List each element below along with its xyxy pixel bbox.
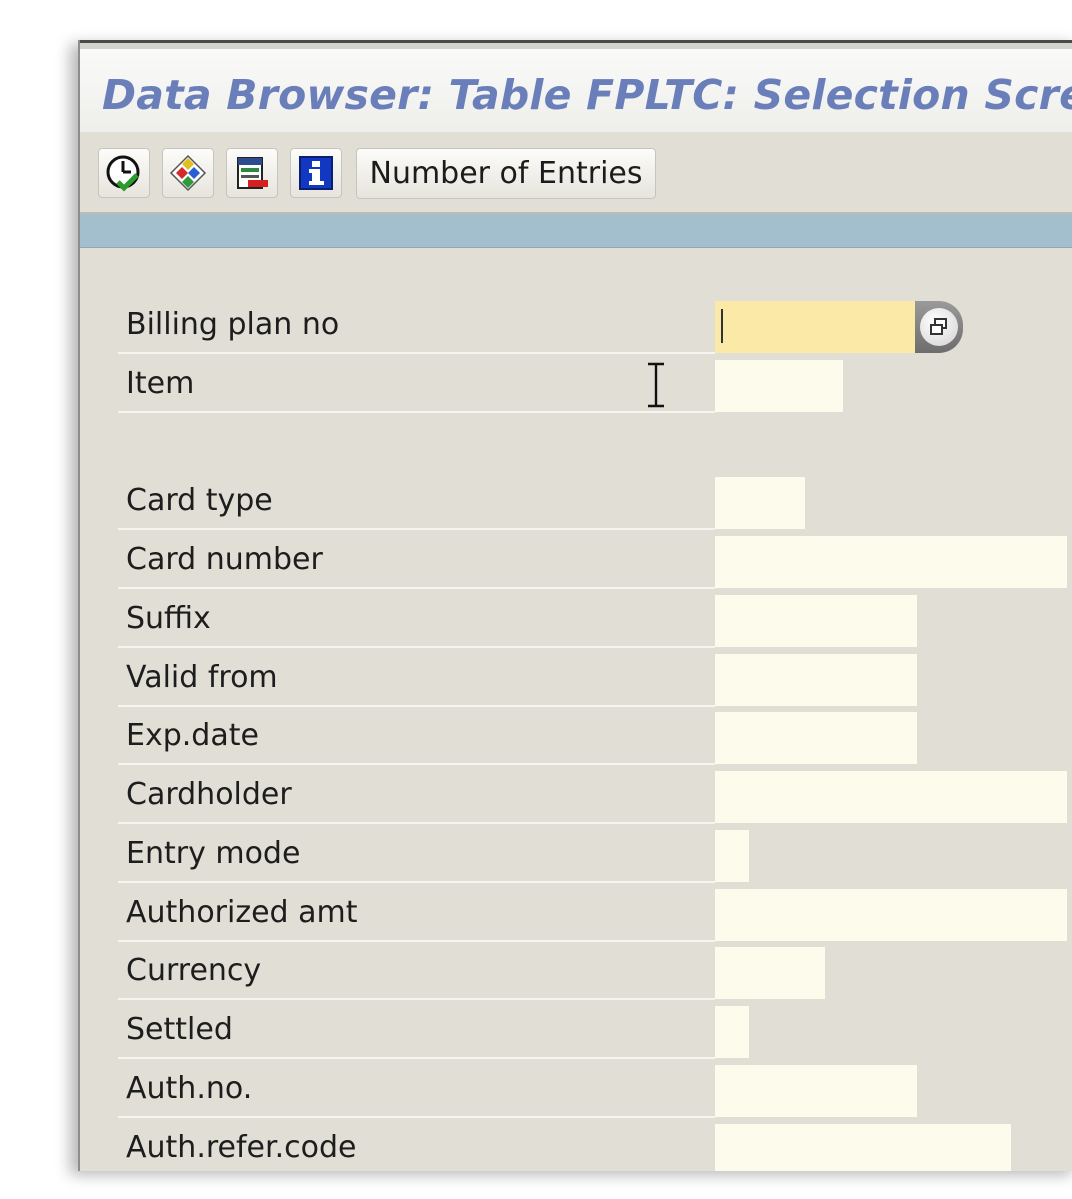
currency-label: Currency	[126, 953, 262, 988]
row-valid-from: Valid from	[118, 650, 1072, 707]
row-divider	[118, 352, 715, 354]
execute-button[interactable]	[98, 148, 150, 198]
field-list-icon	[237, 157, 268, 189]
row-exp-date: Exp.date	[118, 708, 1072, 765]
valid-from-label: Valid from	[126, 660, 278, 695]
row-divider	[118, 940, 715, 942]
card-type-label: Card type	[126, 483, 273, 518]
billing-plan-no-label: Billing plan no	[126, 307, 340, 342]
row-currency: Currency	[118, 943, 1072, 1000]
search-help-button[interactable]	[915, 301, 963, 353]
entry-mode-label: Entry mode	[126, 836, 301, 871]
row-item: Item	[118, 356, 1072, 413]
row-card-number: Card number	[118, 532, 1072, 589]
authorized-amt-input[interactable]	[715, 889, 1067, 941]
exp-date-label: Exp.date	[126, 718, 259, 753]
row-cardholder: Cardholder	[118, 767, 1072, 824]
valid-from-input[interactable]	[715, 654, 917, 706]
row-divider	[118, 1116, 715, 1118]
currency-input[interactable]	[715, 947, 825, 999]
row-divider	[118, 763, 715, 765]
title-bar: Data Browser: Table FPLTC: Selection Scr…	[80, 49, 1072, 132]
auth-refer-code-label: Auth.refer.code	[126, 1130, 357, 1165]
row-billing-plan-no: Billing plan no	[118, 297, 1072, 354]
execute-clock-check-icon	[106, 155, 140, 192]
info-icon	[299, 156, 333, 190]
cardholder-label: Cardholder	[126, 777, 292, 812]
number-of-entries-button[interactable]: Number of Entries	[356, 148, 656, 199]
auth-no-input[interactable]	[715, 1065, 917, 1117]
item-input[interactable]	[715, 360, 843, 412]
row-settled: Settled	[118, 1002, 1072, 1059]
row-divider	[118, 411, 715, 413]
cardholder-input[interactable]	[715, 771, 1067, 823]
item-label: Item	[126, 366, 195, 401]
row-divider	[118, 705, 715, 707]
suffix-label: Suffix	[126, 601, 211, 636]
row-auth-no: Auth.no.	[118, 1061, 1072, 1118]
row-divider	[118, 528, 715, 530]
field-selection-button[interactable]	[226, 148, 278, 198]
row-divider	[118, 587, 715, 589]
auth-no-label: Auth.no.	[126, 1071, 253, 1106]
diamond-arrows-icon	[169, 154, 207, 192]
info-button[interactable]	[290, 148, 342, 198]
settled-input[interactable]	[715, 1006, 749, 1058]
row-divider	[118, 646, 715, 648]
row-authorized-amt: Authorized amt	[118, 885, 1072, 942]
auth-refer-code-input[interactable]	[715, 1124, 1011, 1171]
row-card-type: Card type	[118, 473, 1072, 530]
selection-screen-window: Data Browser: Table FPLTC: Selection Scr…	[78, 40, 1072, 1171]
row-divider	[118, 998, 715, 1000]
status-separator-bar	[80, 214, 1072, 248]
row-divider	[118, 822, 715, 824]
row-entry-mode: Entry mode	[118, 826, 1072, 883]
row-divider	[118, 1057, 715, 1059]
mouse-ibeam-cursor	[644, 362, 668, 412]
search-help-icon	[930, 318, 947, 335]
authorized-amt-label: Authorized amt	[126, 895, 358, 930]
row-divider	[118, 881, 715, 883]
card-number-input[interactable]	[715, 536, 1067, 588]
card-number-label: Card number	[126, 542, 323, 577]
exp-date-input[interactable]	[715, 712, 917, 764]
text-cursor	[721, 309, 723, 343]
page-title: Data Browser: Table FPLTC: Selection Scr…	[102, 71, 1072, 119]
billing-plan-no-input[interactable]	[715, 301, 915, 353]
row-suffix: Suffix	[118, 591, 1072, 648]
settled-label: Settled	[126, 1012, 233, 1047]
row-auth-refer-code: Auth.refer.code	[118, 1120, 1072, 1171]
diamond-button[interactable]	[162, 148, 214, 198]
card-type-input[interactable]	[715, 477, 805, 529]
entry-mode-input[interactable]	[715, 830, 749, 882]
suffix-input[interactable]	[715, 595, 917, 647]
